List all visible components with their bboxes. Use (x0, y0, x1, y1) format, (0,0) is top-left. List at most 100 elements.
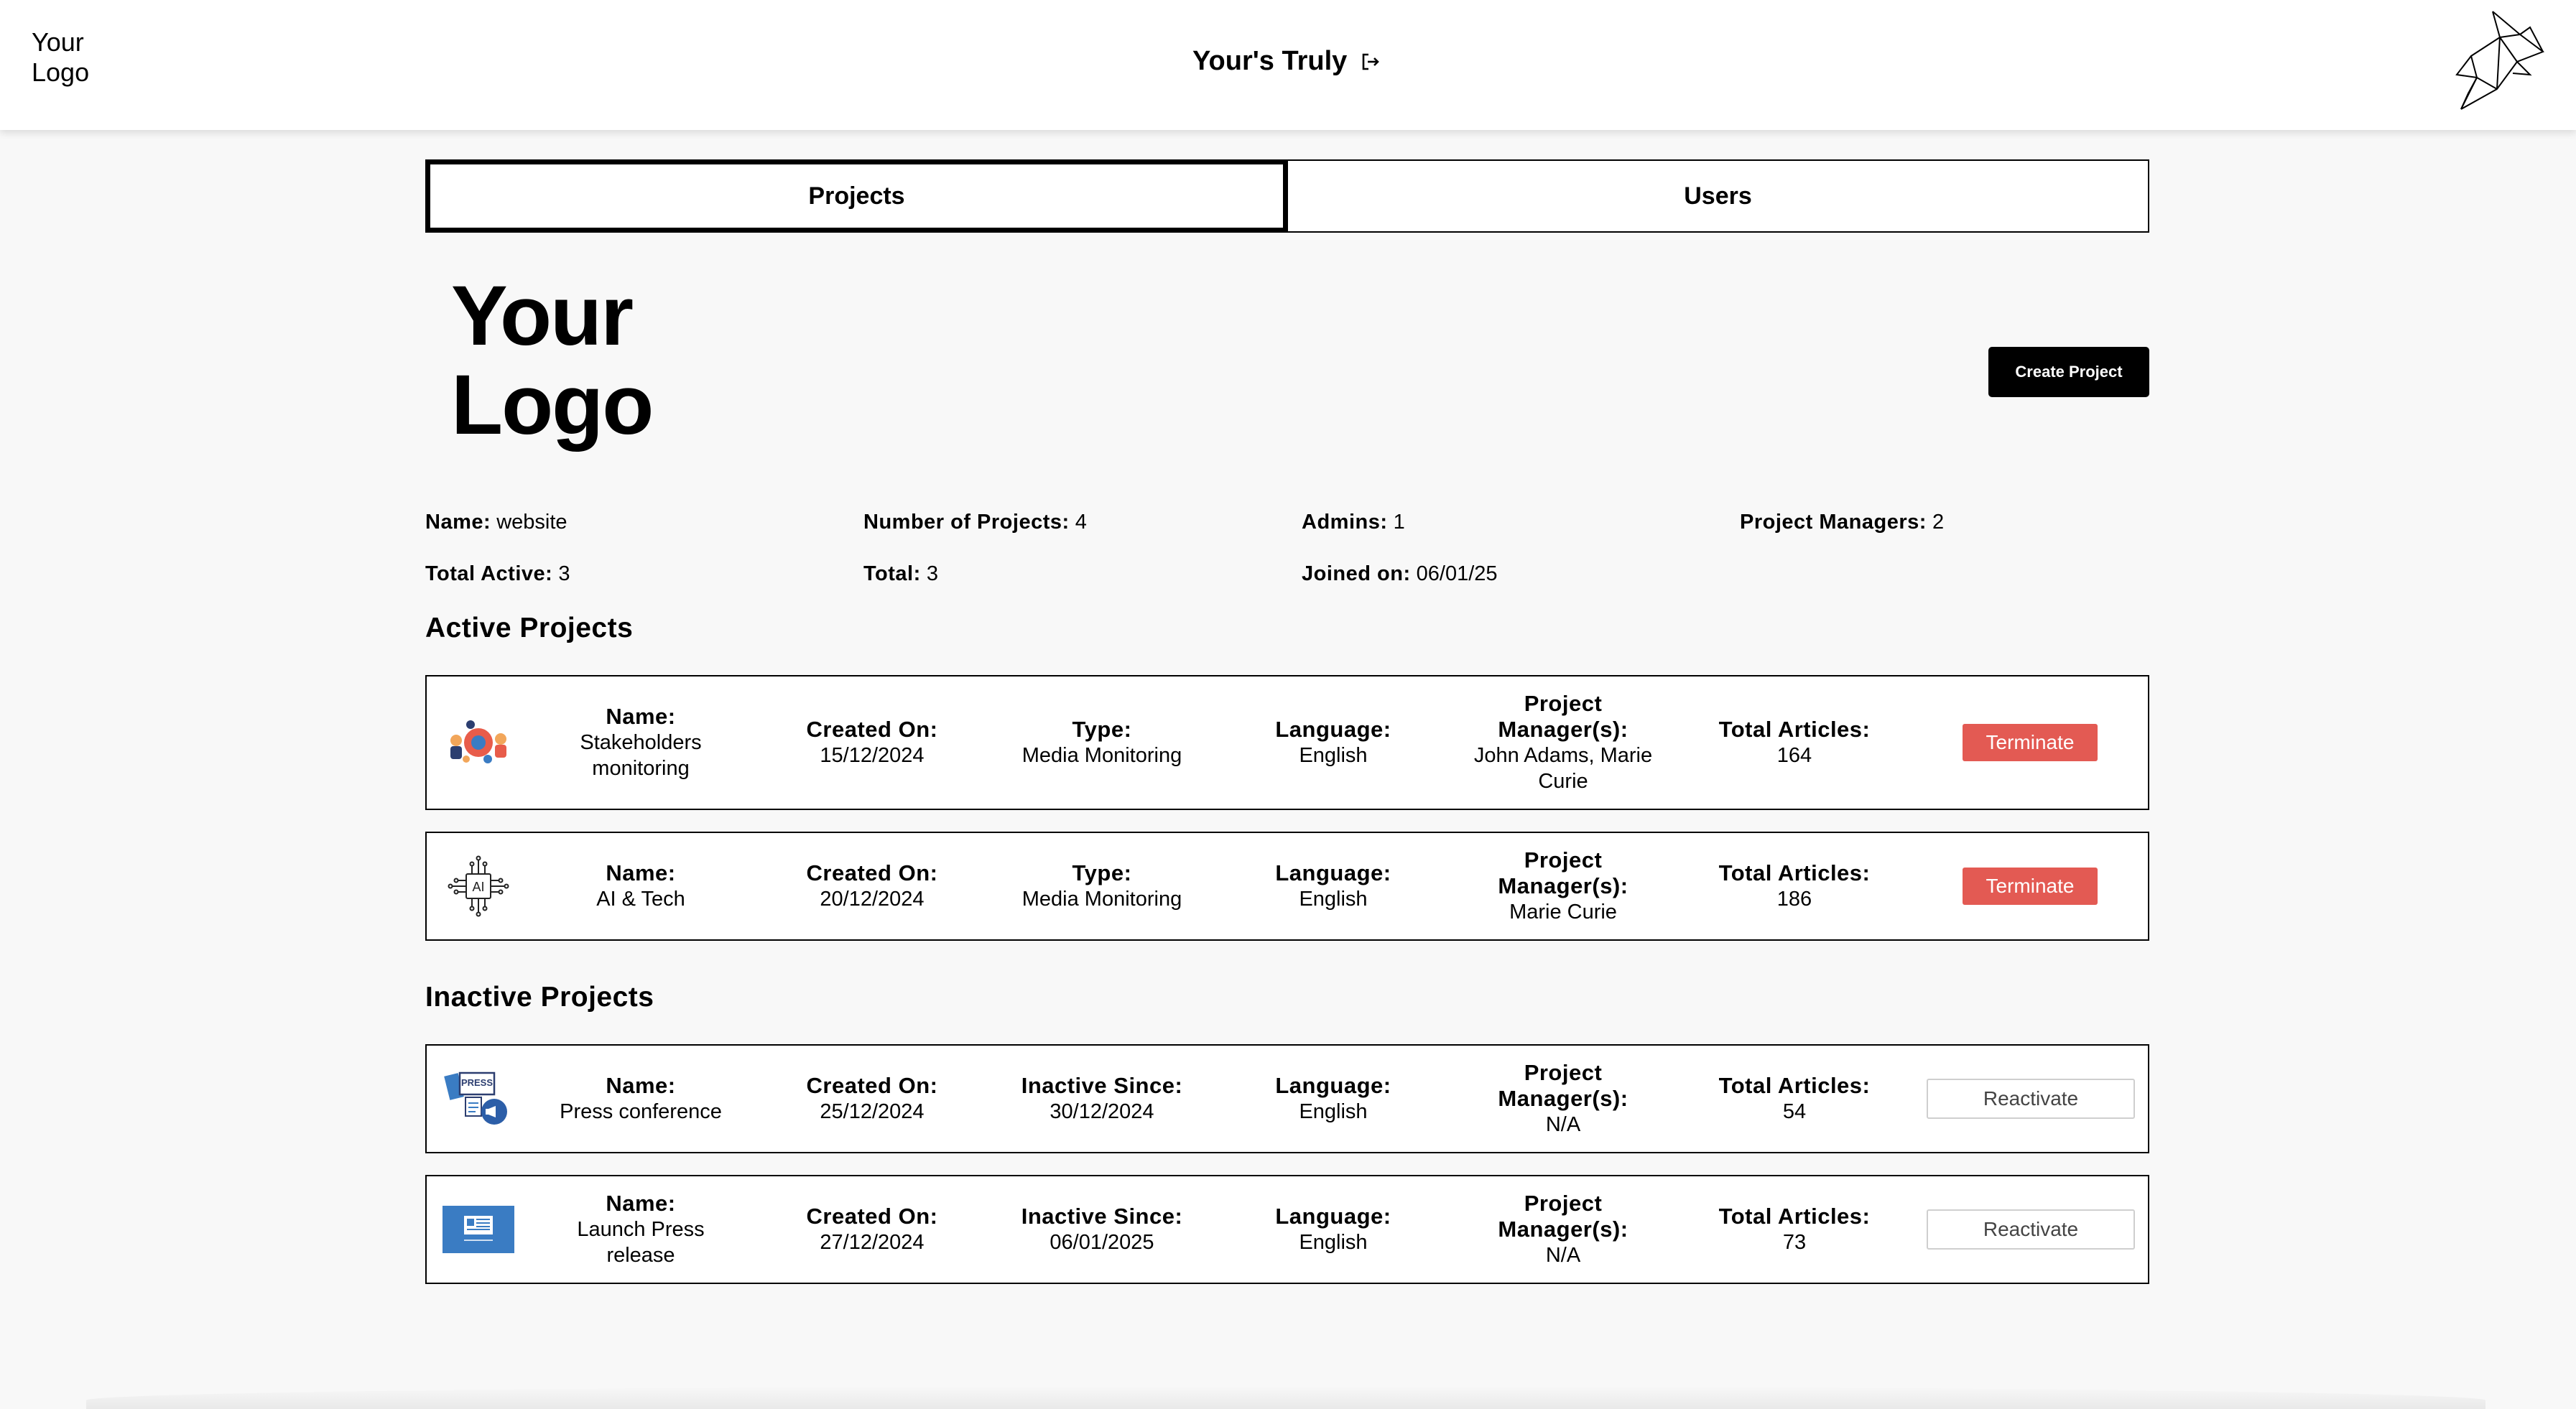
project-card[interactable]: AI Name: AI & Tech Created On: 20/12/202… (425, 832, 2149, 941)
project-language-value: English (1299, 1100, 1368, 1123)
origami-bird-icon (2455, 9, 2547, 113)
main-tabs: Projects Users (425, 159, 2149, 233)
brand-logo[interactable]: Your Logo (32, 27, 132, 88)
project-inactive-since-value: 30/12/2024 (1050, 1100, 1154, 1123)
brand-logo-line2: Logo (32, 57, 90, 87)
project-language: Language: English (1233, 1073, 1434, 1125)
footer-shadow (86, 1386, 2485, 1409)
project-inactive-since-label: Inactive Since: (1021, 1073, 1183, 1098)
project-name: Name: Stakeholders monitoring (540, 704, 741, 781)
project-name-value: Stakeholders monitoring (580, 731, 702, 780)
project-articles-label: Total Articles: (1718, 860, 1871, 885)
project-created-label: Created On: (806, 717, 938, 742)
svg-text:AI: AI (472, 880, 484, 894)
user-menu[interactable]: Your's Truly (1192, 46, 1380, 77)
stat-total: Total: 3 (863, 562, 938, 586)
project-card[interactable]: PRESS Name: Press conference Created On:… (425, 1044, 2149, 1153)
stat-pms-value: 2 (1932, 511, 1945, 534)
project-managers: Project Manager(s): Marie Curie (1463, 847, 1664, 925)
project-created-value: 25/12/2024 (820, 1100, 925, 1123)
project-card[interactable]: Name: Stakeholders monitoring Created On… (425, 675, 2149, 810)
stat-admins: Admins: 1 (1302, 511, 1405, 534)
project-inactive-since-value: 06/01/2025 (1050, 1231, 1154, 1254)
project-language-value: English (1299, 1231, 1368, 1254)
terminate-button[interactable]: Terminate (1963, 868, 2098, 905)
project-type-label: Type: (1072, 717, 1132, 742)
tab-users[interactable]: Users (1287, 161, 2148, 231)
project-name-label: Name: (606, 1073, 676, 1098)
project-managers-value: N/A (1545, 1113, 1581, 1136)
project-created-value: 20/12/2024 (820, 888, 925, 911)
project-articles: Total Articles: 54 (1694, 1073, 1895, 1125)
project-name-label: Name: (606, 860, 676, 885)
top-header: Your Logo Your's Truly (0, 0, 2576, 130)
stat-projects-value: 4 (1075, 511, 1087, 534)
project-managers-label: Project Manager(s): (1498, 847, 1628, 898)
project-created: Created On: 20/12/2024 (772, 860, 973, 912)
project-managers: Project Manager(s): John Adams, Marie Cu… (1463, 691, 1664, 794)
stat-total-value: 3 (926, 562, 938, 585)
project-language-label: Language: (1275, 1204, 1391, 1229)
project-articles-value: 54 (1782, 1100, 1807, 1123)
reactivate-button[interactable]: Reactivate (1927, 1079, 2135, 1119)
project-managers-label: Project Manager(s): (1498, 691, 1628, 742)
logout-icon[interactable] (1361, 52, 1380, 71)
project-articles: Total Articles: 186 (1694, 860, 1895, 912)
project-type-value: Media Monitoring (1021, 744, 1182, 767)
project-articles-label: Total Articles: (1718, 717, 1871, 742)
org-logo-line1: Your (451, 269, 634, 363)
project-type: Type: Media Monitoring (1001, 860, 1203, 912)
stat-name-value: website (496, 511, 567, 534)
project-card[interactable]: Name: Launch Press release Created On: 2… (425, 1175, 2149, 1284)
stat-joined-label: Joined on: (1302, 562, 1411, 585)
project-name-value: AI & Tech (596, 888, 685, 911)
project-managers-label: Project Manager(s): (1498, 1060, 1628, 1111)
project-name: Name: Launch Press release (540, 1191, 741, 1268)
project-articles-value: 164 (1776, 744, 1812, 767)
project-language-label: Language: (1275, 717, 1391, 742)
terminate-button[interactable]: Terminate (1963, 724, 2098, 761)
ai-chip-icon: AI (443, 855, 514, 917)
project-managers-value: N/A (1545, 1244, 1581, 1267)
project-language: Language: English (1233, 717, 1434, 768)
project-managers-label: Project Manager(s): (1498, 1191, 1628, 1242)
project-name-label: Name: (606, 704, 676, 729)
project-created: Created On: 15/12/2024 (772, 717, 973, 768)
project-language: Language: English (1233, 1204, 1434, 1255)
project-language-value: English (1299, 744, 1368, 767)
project-articles-label: Total Articles: (1718, 1073, 1871, 1098)
project-name: Name: AI & Tech (540, 860, 741, 912)
stat-total-label: Total: (863, 562, 921, 585)
reactivate-button[interactable]: Reactivate (1927, 1209, 2135, 1250)
project-language-label: Language: (1275, 1073, 1391, 1098)
project-articles-value: 186 (1776, 888, 1812, 911)
project-type-label: Type: (1072, 860, 1132, 885)
project-type-value: Media Monitoring (1021, 888, 1182, 911)
stat-joined-value: 06/01/25 (1416, 562, 1498, 585)
active-projects-heading: Active Projects (425, 613, 634, 643)
project-managers-value: Marie Curie (1509, 901, 1617, 924)
stat-joined-on: Joined on: 06/01/25 (1302, 562, 1498, 586)
organization-logo: Your Logo (451, 269, 654, 452)
tab-projects[interactable]: Projects (426, 160, 1287, 232)
stat-projects-label: Number of Projects: (863, 511, 1070, 534)
stat-name: Name: website (425, 511, 567, 534)
project-articles-label: Total Articles: (1718, 1204, 1871, 1229)
svg-text:PRESS: PRESS (461, 1077, 493, 1088)
stat-total-active-value: 3 (558, 562, 570, 585)
brand-logo-line1: Your (32, 27, 84, 57)
org-logo-line2: Logo (451, 358, 654, 452)
project-articles: Total Articles: 73 (1694, 1204, 1895, 1255)
stat-total-active: Total Active: 3 (425, 562, 570, 586)
team-collaboration-icon (443, 717, 514, 768)
project-created-label: Created On: (806, 1204, 938, 1229)
project-name: Name: Press conference (540, 1073, 741, 1125)
project-inactive-since-label: Inactive Since: (1021, 1204, 1183, 1229)
project-inactive-since: Inactive Since: 30/12/2024 (1001, 1073, 1203, 1125)
stat-number-of-projects: Number of Projects: 4 (863, 511, 1087, 534)
stat-project-managers: Project Managers: 2 (1740, 511, 1944, 534)
project-managers-value: John Adams, Marie Curie (1473, 744, 1653, 793)
inactive-projects-heading: Inactive Projects (425, 982, 654, 1013)
create-project-button[interactable]: Create Project (1988, 347, 2149, 397)
project-language: Language: English (1233, 860, 1434, 912)
